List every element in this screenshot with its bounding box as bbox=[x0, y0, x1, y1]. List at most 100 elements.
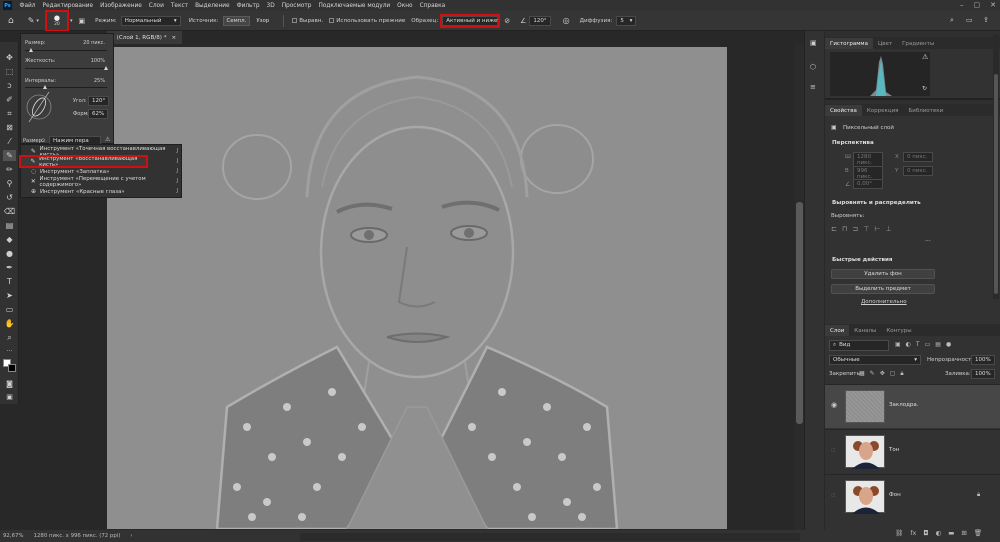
adjustment-layer-icon[interactable]: ◐ bbox=[936, 529, 942, 537]
scrollbar-thumb[interactable] bbox=[994, 74, 998, 294]
menu-item-type[interactable]: Текст bbox=[167, 3, 191, 9]
layer-name[interactable]: Заклодра. bbox=[889, 402, 919, 408]
align-right-icon[interactable]: ⊐ bbox=[852, 225, 858, 233]
canvas-horizontal-scrollbar[interactable] bbox=[300, 533, 800, 541]
lock-artboard-icon[interactable]: ▢ bbox=[890, 370, 896, 378]
marquee-tool-icon[interactable]: ⬚ bbox=[3, 66, 16, 77]
x-input[interactable]: 0 пикс. bbox=[903, 152, 933, 162]
eraser-tool-icon[interactable]: ⌫ bbox=[3, 206, 16, 217]
flyout-item-content-aware-move[interactable]: ✕ Инструмент «Перемещение с учетом содер… bbox=[21, 176, 181, 188]
angle-value[interactable]: 120° bbox=[88, 96, 110, 106]
document-canvas[interactable] bbox=[107, 47, 727, 529]
frame-tool-icon[interactable]: ⊠ bbox=[3, 122, 16, 133]
zoom-tool-icon[interactable]: ⌕ bbox=[3, 332, 16, 343]
lasso-tool-icon[interactable]: ↄ bbox=[3, 80, 16, 91]
menu-item-filter[interactable]: Фильтр bbox=[233, 3, 263, 9]
remove-background-button[interactable]: Удалить фон bbox=[831, 269, 935, 279]
layer-name[interactable]: Фон bbox=[889, 492, 901, 498]
filter-type-icon[interactable]: T bbox=[916, 341, 920, 348]
menu-item-view[interactable]: Просмотр bbox=[278, 3, 315, 9]
minimize-icon[interactable]: – bbox=[960, 1, 964, 9]
screen-mode-icon[interactable]: ▣ bbox=[3, 391, 16, 402]
mode-dropdown[interactable]: Нормальный ▾ bbox=[120, 15, 181, 26]
group-icon[interactable]: ▬ bbox=[948, 529, 954, 537]
healing-brush-tool-icon[interactable]: ✎ bbox=[28, 16, 35, 25]
spacing-slider-track[interactable] bbox=[25, 87, 107, 88]
document-tab[interactable]: ; (Слой 1, RGB/8) * × bbox=[107, 31, 183, 44]
hand-tool-icon[interactable]: ✋ bbox=[3, 318, 16, 329]
layer-row-texture[interactable]: ◉ Заклодра. bbox=[825, 384, 1000, 428]
crop-tool-icon[interactable]: ⌗ bbox=[3, 108, 16, 119]
size-slider-handle[interactable] bbox=[29, 48, 33, 52]
clone-stamp-tool-icon[interactable]: ⚲ bbox=[3, 178, 16, 189]
align-middle-icon[interactable]: ⊢ bbox=[874, 225, 880, 233]
move-tool-icon[interactable]: ✥ bbox=[3, 52, 16, 63]
menu-item-plugins[interactable]: Подключаемые модули bbox=[315, 3, 394, 9]
tab-libraries[interactable]: Библиотеки bbox=[903, 105, 948, 116]
opacity-input[interactable]: 100% bbox=[971, 355, 995, 365]
gradient-tool-icon[interactable]: ▤ bbox=[3, 220, 16, 231]
sample-dropdown[interactable]: Активный и ниже ▾ bbox=[440, 13, 501, 28]
home-icon[interactable]: ⌂ bbox=[8, 16, 14, 26]
source-sampled-button[interactable]: Семпл. bbox=[222, 15, 251, 26]
lock-pixels-icon[interactable]: ✎ bbox=[870, 370, 875, 378]
aligned-checkbox[interactable] bbox=[292, 18, 298, 23]
filter-smart-icon[interactable]: ▤ bbox=[935, 341, 941, 348]
chevron-down-icon[interactable]: ▾ bbox=[70, 18, 73, 24]
menu-item-edit[interactable]: Редактирование bbox=[39, 3, 97, 9]
pen-tool-icon[interactable]: ✒ bbox=[3, 262, 16, 273]
menu-item-help[interactable]: Справка bbox=[416, 3, 449, 9]
hardness-slider-track[interactable] bbox=[25, 68, 107, 69]
menu-item-select[interactable]: Выделение bbox=[192, 3, 234, 9]
quick-selection-tool-icon[interactable]: ✐ bbox=[3, 94, 16, 105]
blur-tool-icon[interactable]: ◆ bbox=[3, 234, 16, 245]
tab-histogram[interactable]: Гистограмма bbox=[825, 38, 873, 49]
path-selection-tool-icon[interactable]: ➤ bbox=[3, 290, 16, 301]
lock-all-icon[interactable]: 🔒︎ bbox=[900, 370, 903, 378]
add-mask-icon[interactable]: ◘ bbox=[923, 529, 928, 537]
history-brush-tool-icon[interactable]: ↺ bbox=[3, 192, 16, 203]
pressure-size-icon[interactable]: ◎ bbox=[563, 16, 570, 25]
background-color-swatch[interactable] bbox=[8, 364, 16, 372]
tab-channels[interactable]: Каналы bbox=[849, 325, 881, 336]
flyout-item-healing-brush[interactable]: ✎ Инструмент «Восстанавливающая кисть» bbox=[19, 155, 148, 168]
tab-adjustments[interactable]: Коррекция bbox=[862, 105, 904, 116]
align-distribute-heading[interactable]: Выровнять и распределить bbox=[832, 200, 921, 206]
spacing-slider-handle[interactable] bbox=[43, 85, 47, 89]
tab-gradients[interactable]: Градиенты bbox=[897, 38, 939, 49]
menu-item-window[interactable]: Окно bbox=[394, 3, 416, 9]
filter-shape-icon[interactable]: ▭ bbox=[925, 341, 931, 348]
layer-row-tone[interactable]: ▫ Тон bbox=[825, 429, 1000, 473]
trash-icon[interactable]: 🗑︎ bbox=[974, 529, 982, 537]
hardness-slider-handle[interactable] bbox=[104, 66, 108, 70]
fill-input[interactable]: 100% bbox=[971, 369, 995, 379]
size-value[interactable]: 20 пикс. bbox=[83, 40, 105, 46]
align-center-icon[interactable]: ⊓ bbox=[842, 225, 847, 233]
menu-item-layers[interactable]: Слои bbox=[145, 3, 167, 9]
link-layers-icon[interactable]: ⛓ bbox=[895, 529, 903, 537]
align-top-icon[interactable]: ⊤ bbox=[863, 225, 869, 233]
flyout-item-red-eye[interactable]: ⊕ Инструмент «Красные глаза» J bbox=[21, 187, 181, 196]
visibility-eye-icon[interactable]: ▫ bbox=[831, 446, 836, 454]
brush-angle-preview[interactable] bbox=[25, 92, 53, 122]
ignore-adjustment-icon[interactable]: ⊘ bbox=[504, 17, 510, 25]
brush-tool-icon[interactable]: ✏ bbox=[3, 164, 16, 175]
history-icon[interactable]: ▣ bbox=[810, 39, 817, 47]
lock-transparent-icon[interactable]: ▦ bbox=[859, 370, 865, 378]
angle-input[interactable]: 120° bbox=[529, 15, 551, 26]
menu-item-3d[interactable]: 3D bbox=[263, 3, 278, 9]
quick-mask-icon[interactable]: ◙ bbox=[3, 378, 16, 389]
maximize-icon[interactable]: ▢ bbox=[974, 1, 981, 9]
healing-brush-tool-icon[interactable]: ✎ bbox=[3, 150, 16, 161]
brush-settings-icon[interactable]: ▣ bbox=[78, 17, 85, 25]
perspective-heading[interactable]: Перспектива bbox=[832, 140, 874, 146]
scrollbar-thumb[interactable] bbox=[796, 202, 803, 424]
tab-properties[interactable]: Свойства bbox=[825, 105, 862, 116]
search-icon[interactable]: ⌕ bbox=[950, 16, 954, 25]
tab-color[interactable]: Цвет bbox=[873, 38, 897, 49]
y-input[interactable]: 0 пикс. bbox=[903, 166, 933, 176]
workspace-icon[interactable]: ▭ bbox=[966, 16, 973, 24]
new-layer-icon[interactable]: ⊞ bbox=[961, 529, 966, 537]
filter-adjust-icon[interactable]: ◐ bbox=[906, 341, 911, 348]
rectangle-tool-icon[interactable]: ▭ bbox=[3, 304, 16, 315]
